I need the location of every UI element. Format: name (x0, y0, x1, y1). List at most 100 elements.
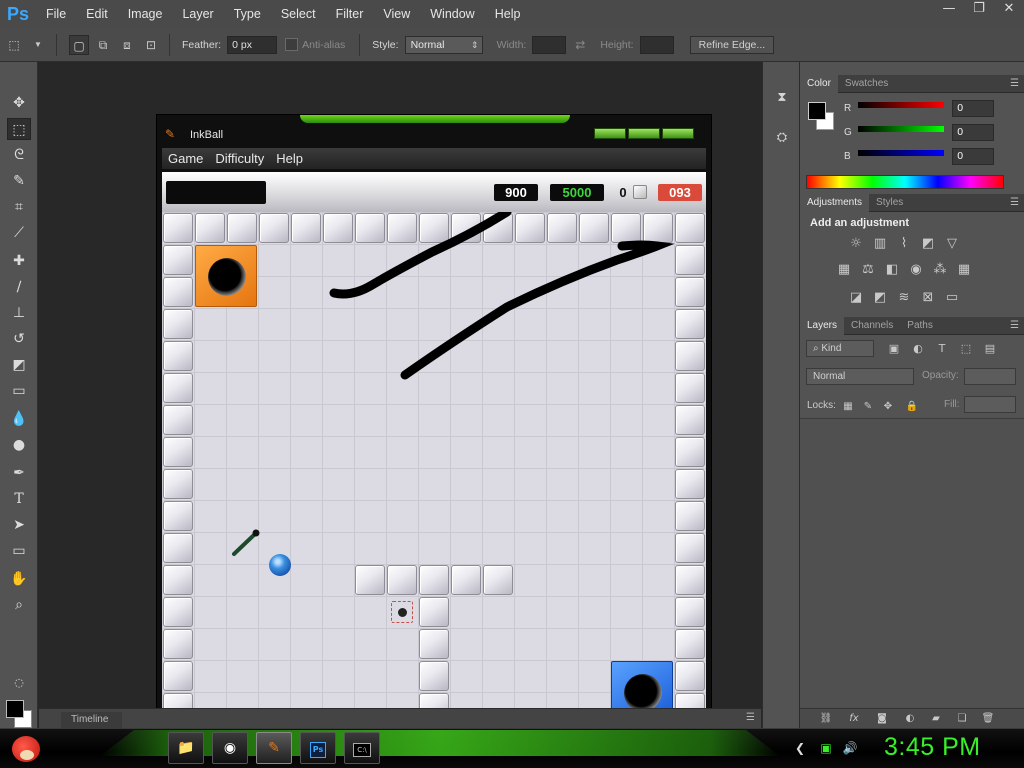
type-tool-icon[interactable]: T (7, 488, 31, 510)
gradient-map-icon[interactable]: ▭ (942, 290, 962, 306)
menu-image[interactable]: Image (118, 0, 173, 28)
pen-tool-icon[interactable]: ✒ (7, 462, 31, 484)
vibrance-icon[interactable]: ▽ (942, 236, 962, 252)
refine-edge-button[interactable]: Refine Edge... (689, 35, 775, 54)
menu-filter[interactable]: Filter (326, 0, 374, 28)
delete-layer-icon[interactable]: 🗑 (978, 711, 998, 727)
new-layer-icon[interactable]: ❏ (952, 711, 972, 727)
photoshop-logo-icon[interactable]: Ps (0, 0, 36, 28)
inkball-menu-difficulty[interactable]: Difficulty (209, 151, 270, 166)
history-panel-icon[interactable]: ⧗ (772, 88, 792, 108)
color-balance-icon[interactable]: ⚖ (858, 262, 878, 278)
inkball-menu-help[interactable]: Help (270, 151, 309, 166)
move-tool-icon[interactable]: ✥ (7, 92, 31, 114)
history-brush-tool-icon[interactable]: ↺ (7, 328, 31, 350)
taskbar-chrome[interactable]: ◉ (212, 732, 248, 764)
menu-layer[interactable]: Layer (172, 0, 223, 28)
dodge-tool-icon[interactable]: ● (7, 434, 31, 456)
tab-adjustments[interactable]: Adjustments (800, 193, 870, 212)
filter-pixel-icon[interactable]: ▣ (884, 341, 904, 357)
lock-all-icon[interactable]: 🔒 (902, 399, 922, 415)
healing-brush-tool-icon[interactable]: ✚ (7, 250, 31, 272)
menu-view[interactable]: View (373, 0, 420, 28)
lasso-tool-icon[interactable]: ᘓ (7, 144, 31, 166)
inkball-game-board[interactable] (162, 212, 706, 728)
blur-tool-icon[interactable]: 💧 (7, 408, 31, 430)
photo-filter-icon[interactable]: ◉ (906, 262, 926, 278)
tab-styles[interactable]: Styles (869, 194, 910, 212)
layer-kind-filter[interactable]: ⌕ Kind (806, 340, 874, 357)
filter-adjustment-icon[interactable]: ◐ (908, 341, 928, 357)
taskbar-clock[interactable]: 3:45 PM (884, 733, 981, 762)
tray-volume-icon[interactable]: 🔊 (842, 740, 858, 756)
taskbar-inkball[interactable]: ✎ (256, 732, 292, 764)
add-mask-icon[interactable]: ◙ (872, 711, 892, 727)
color-spectrum-bar[interactable] (806, 175, 1004, 189)
screen-mode-icon[interactable] (9, 698, 33, 720)
inkball-maximize-button[interactable] (628, 128, 660, 139)
filter-type-icon[interactable]: T (932, 341, 952, 357)
new-adjustment-layer-icon[interactable]: ◐ (900, 711, 920, 727)
lock-transparent-icon[interactable]: ▦ (838, 399, 858, 415)
intersect-selection-icon[interactable]: ⊡ (141, 35, 161, 55)
quick-mask-icon[interactable]: ◌ (7, 672, 31, 694)
layer-style-icon[interactable]: fx (844, 711, 864, 727)
preset-dropdown-icon[interactable]: ▼ (28, 35, 48, 55)
gradient-tool-icon[interactable]: ▭ (7, 380, 31, 402)
menu-select[interactable]: Select (271, 0, 326, 28)
quick-selection-tool-icon[interactable]: ✎ (7, 170, 31, 192)
curves-icon[interactable]: ⌇ (894, 236, 914, 252)
invert-icon[interactable]: ◪ (846, 290, 866, 306)
feather-input[interactable]: 0 px (227, 35, 278, 54)
menu-edit[interactable]: Edit (76, 0, 118, 28)
crop-tool-icon[interactable]: ⌗ (7, 196, 31, 218)
tab-paths[interactable]: Paths (900, 317, 940, 335)
add-selection-icon[interactable]: ⧉ (93, 35, 113, 55)
rectangular-marquee-tool-icon[interactable]: ⬚ (7, 118, 31, 140)
subtract-selection-icon[interactable]: ⧈ (117, 35, 137, 55)
lock-position-icon[interactable]: ✥ (878, 399, 898, 415)
black-white-icon[interactable]: ◧ (882, 262, 902, 278)
threshold-icon[interactable]: ≋ (894, 290, 914, 306)
green-slider[interactable] (858, 126, 944, 132)
opacity-input[interactable] (964, 368, 1016, 385)
layers-list[interactable] (800, 418, 1024, 708)
start-button-angry-bird-icon[interactable] (8, 730, 44, 764)
clone-stamp-tool-icon[interactable]: ⊥ (7, 302, 31, 324)
minimize-icon[interactable]: — (934, 0, 964, 20)
path-selection-tool-icon[interactable]: ➤ (7, 514, 31, 536)
width-input[interactable] (532, 35, 567, 54)
new-selection-icon[interactable]: ▢ (69, 34, 89, 55)
filter-smart-object-icon[interactable]: ▤ (980, 341, 1000, 357)
fill-input[interactable] (964, 396, 1016, 413)
taskbar-command-prompt[interactable]: C:\ (344, 732, 380, 764)
red-value-input[interactable]: 0 (952, 100, 994, 117)
blue-slider[interactable] (858, 150, 944, 156)
taskbar-photoshop[interactable]: Ps (300, 732, 336, 764)
menu-file[interactable]: File (36, 0, 76, 28)
tab-swatches[interactable]: Swatches (838, 75, 895, 93)
taskbar-file-explorer[interactable]: 📁 (168, 732, 204, 764)
brightness-contrast-icon[interactable]: ☼ (846, 236, 866, 252)
color-panel-fg-swatch[interactable] (808, 102, 826, 120)
restore-icon[interactable]: ❐ (964, 0, 994, 20)
tray-network-icon[interactable]: ▣ (818, 740, 834, 756)
filter-shape-icon[interactable]: ⬚ (956, 341, 976, 357)
lock-image-icon[interactable]: ✎ (858, 399, 878, 415)
menu-window[interactable]: Window (420, 0, 484, 28)
red-slider[interactable] (858, 102, 944, 108)
timeline-tab[interactable]: Timeline (61, 712, 123, 728)
zoom-tool-icon[interactable]: ⌕ (7, 594, 31, 616)
selective-color-icon[interactable]: ⊠ (918, 290, 938, 306)
antialias-checkbox[interactable] (285, 38, 299, 51)
menu-help[interactable]: Help (485, 0, 531, 28)
menu-type[interactable]: Type (224, 0, 271, 28)
hand-tool-icon[interactable]: ✋ (7, 568, 31, 590)
tab-layers[interactable]: Layers (800, 316, 845, 335)
color-lookup-icon[interactable]: ▦ (954, 262, 974, 278)
link-layers-icon[interactable]: ⛓ (816, 711, 836, 727)
channel-mixer-icon[interactable]: ⁂ (930, 262, 950, 278)
inkball-close-button[interactable] (662, 128, 694, 139)
adjustments-panel-menu-icon[interactable]: ☰ (1010, 197, 1024, 208)
eraser-tool-icon[interactable]: ◩ (7, 354, 31, 376)
